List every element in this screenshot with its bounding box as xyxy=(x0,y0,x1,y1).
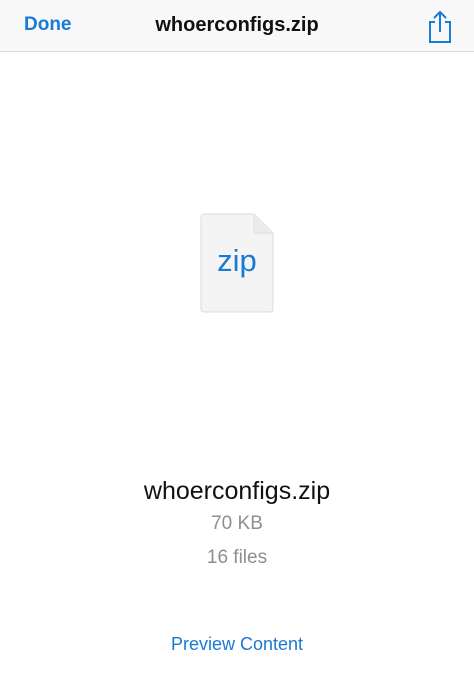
share-icon[interactable] xyxy=(426,10,454,44)
preview-content-button[interactable]: Preview Content xyxy=(171,634,303,654)
file-count: 16 files xyxy=(206,547,268,568)
navigation-bar: Done whoerconfigs.zip xyxy=(0,0,474,52)
file-extension-label: zip xyxy=(217,243,257,278)
file-size: 70 KB xyxy=(211,513,263,534)
zip-document-icon: zip xyxy=(200,213,274,313)
preview-content-area: Preview Content xyxy=(0,634,474,655)
file-name: whoerconfigs.zip xyxy=(143,477,331,505)
page-title: whoerconfigs.zip xyxy=(155,14,319,36)
